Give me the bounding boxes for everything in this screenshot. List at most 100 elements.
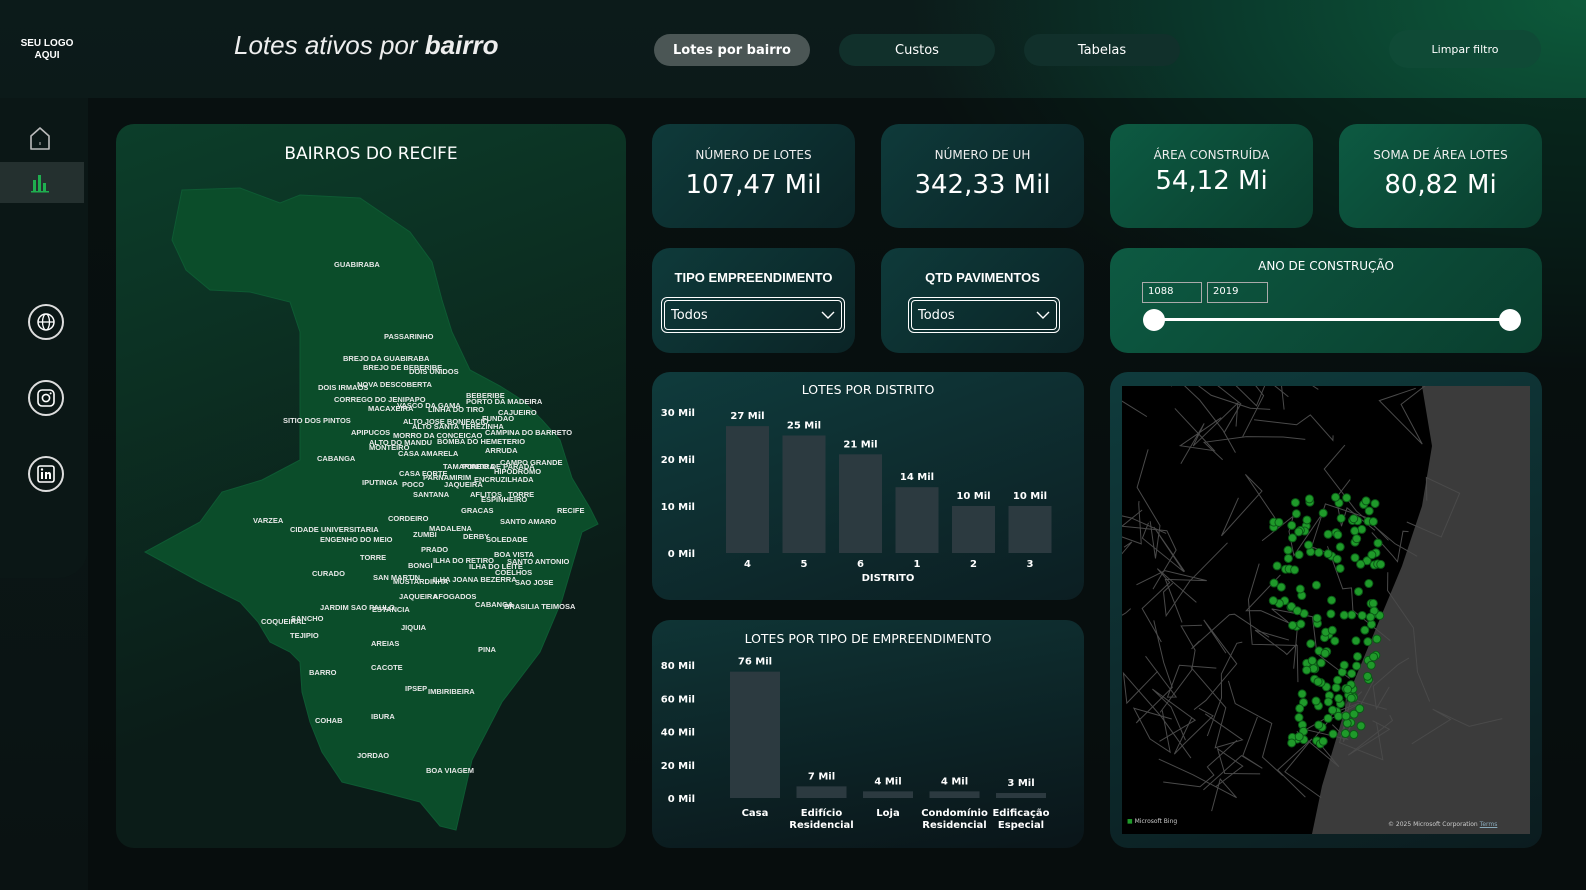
map-point[interactable]: [1313, 677, 1323, 687]
map-point[interactable]: [1276, 582, 1286, 592]
year-slider-track[interactable]: [1154, 318, 1510, 321]
map-point[interactable]: [1306, 639, 1316, 649]
map-point[interactable]: [1369, 652, 1379, 662]
map-point[interactable]: [1295, 703, 1305, 713]
map-point[interactable]: [1290, 498, 1300, 508]
map-point[interactable]: [1334, 693, 1344, 703]
map-point[interactable]: [1292, 606, 1302, 616]
map-point[interactable]: [1323, 713, 1333, 723]
map-point[interactable]: [1327, 595, 1337, 605]
map-point[interactable]: [1323, 549, 1333, 559]
map-point[interactable]: [1367, 619, 1377, 629]
map-point[interactable]: [1328, 729, 1338, 739]
year-slider-max-handle[interactable]: [1499, 309, 1521, 331]
map-point[interactable]: [1295, 584, 1305, 594]
map-point[interactable]: [1355, 704, 1365, 714]
map-point[interactable]: [1332, 554, 1342, 564]
map-point[interactable]: [1350, 553, 1360, 563]
map-point[interactable]: [1268, 596, 1278, 606]
map-point[interactable]: [1335, 542, 1345, 552]
year-slider-min-handle[interactable]: [1143, 309, 1165, 331]
year-min-input[interactable]: 1088: [1142, 282, 1202, 303]
map-point[interactable]: [1373, 538, 1383, 548]
map-point[interactable]: [1341, 711, 1351, 721]
qtd-pavimentos-dropdown[interactable]: Todos: [908, 297, 1060, 333]
map-point[interactable]: [1318, 736, 1328, 746]
clear-filter-button[interactable]: Limpar filtro: [1389, 30, 1541, 68]
map-point[interactable]: [1354, 587, 1364, 597]
map-point[interactable]: [1314, 548, 1324, 558]
map-point[interactable]: [1349, 514, 1359, 524]
map-point[interactable]: [1361, 496, 1371, 506]
map-point[interactable]: [1316, 658, 1326, 668]
terms-link[interactable]: Terms: [1480, 821, 1498, 828]
map-point[interactable]: [1342, 718, 1352, 728]
map-point[interactable]: [1294, 550, 1304, 560]
bing-map[interactable]: [1122, 386, 1530, 834]
map-point[interactable]: [1343, 684, 1353, 694]
map-point[interactable]: [1302, 665, 1312, 675]
map-point[interactable]: [1303, 540, 1313, 550]
map-point[interactable]: [1347, 610, 1357, 620]
map-point[interactable]: [1363, 671, 1373, 681]
map-point[interactable]: [1357, 610, 1367, 620]
map-point[interactable]: [1274, 517, 1284, 527]
tab-custos[interactable]: Custos: [839, 34, 995, 66]
map-point[interactable]: [1365, 612, 1375, 622]
map-point[interactable]: [1372, 634, 1382, 644]
map-point[interactable]: [1333, 675, 1343, 685]
map-point[interactable]: [1320, 648, 1330, 658]
map-point[interactable]: [1294, 527, 1304, 537]
tab-tabelas[interactable]: Tabelas: [1024, 34, 1180, 66]
map-point[interactable]: [1364, 506, 1374, 516]
map-point[interactable]: [1287, 520, 1297, 530]
map-point[interactable]: [1326, 609, 1336, 619]
map-point[interactable]: [1335, 563, 1345, 573]
map-point[interactable]: [1290, 565, 1300, 575]
map-point[interactable]: [1314, 720, 1324, 730]
map-point[interactable]: [1283, 553, 1293, 563]
map-point[interactable]: [1340, 729, 1350, 739]
map-point[interactable]: [1307, 656, 1317, 666]
map-point[interactable]: [1331, 683, 1341, 693]
map-point[interactable]: [1352, 534, 1362, 544]
map-point[interactable]: [1269, 578, 1279, 588]
map-point[interactable]: [1297, 689, 1307, 699]
map-point[interactable]: [1323, 697, 1333, 707]
map-point[interactable]: [1323, 529, 1333, 539]
map-point[interactable]: [1283, 545, 1293, 555]
map-point[interactable]: [1312, 613, 1322, 623]
map-point[interactable]: [1333, 530, 1343, 540]
map-point[interactable]: [1356, 721, 1366, 731]
map-point[interactable]: [1366, 660, 1376, 670]
map-point[interactable]: [1288, 620, 1298, 630]
map-point[interactable]: [1350, 526, 1360, 536]
map-point[interactable]: [1357, 524, 1367, 534]
map-point[interactable]: [1342, 493, 1352, 503]
map-point[interactable]: [1351, 636, 1361, 646]
map-point[interactable]: [1296, 619, 1306, 629]
map-point[interactable]: [1328, 705, 1338, 715]
map-point[interactable]: [1376, 559, 1386, 569]
year-max-input[interactable]: 2019: [1207, 282, 1268, 303]
map-point[interactable]: [1287, 533, 1297, 543]
map-point[interactable]: [1346, 693, 1356, 703]
map-point[interactable]: [1311, 580, 1321, 590]
map-point[interactable]: [1331, 492, 1341, 502]
map-point[interactable]: [1353, 651, 1363, 661]
map-point[interactable]: [1360, 625, 1370, 635]
map-point[interactable]: [1368, 517, 1378, 527]
map-point[interactable]: [1349, 730, 1359, 740]
map-point[interactable]: [1291, 509, 1301, 519]
map-point[interactable]: [1311, 696, 1321, 706]
map-point[interactable]: [1333, 711, 1343, 721]
map-point[interactable]: [1330, 636, 1340, 646]
map-point[interactable]: [1367, 550, 1377, 560]
map-point[interactable]: [1352, 661, 1362, 671]
map-point[interactable]: [1327, 625, 1337, 635]
map-point[interactable]: [1302, 515, 1312, 525]
map-point[interactable]: [1347, 669, 1357, 679]
map-point[interactable]: [1294, 713, 1304, 723]
map-point[interactable]: [1318, 508, 1328, 518]
map-point[interactable]: [1272, 561, 1282, 571]
